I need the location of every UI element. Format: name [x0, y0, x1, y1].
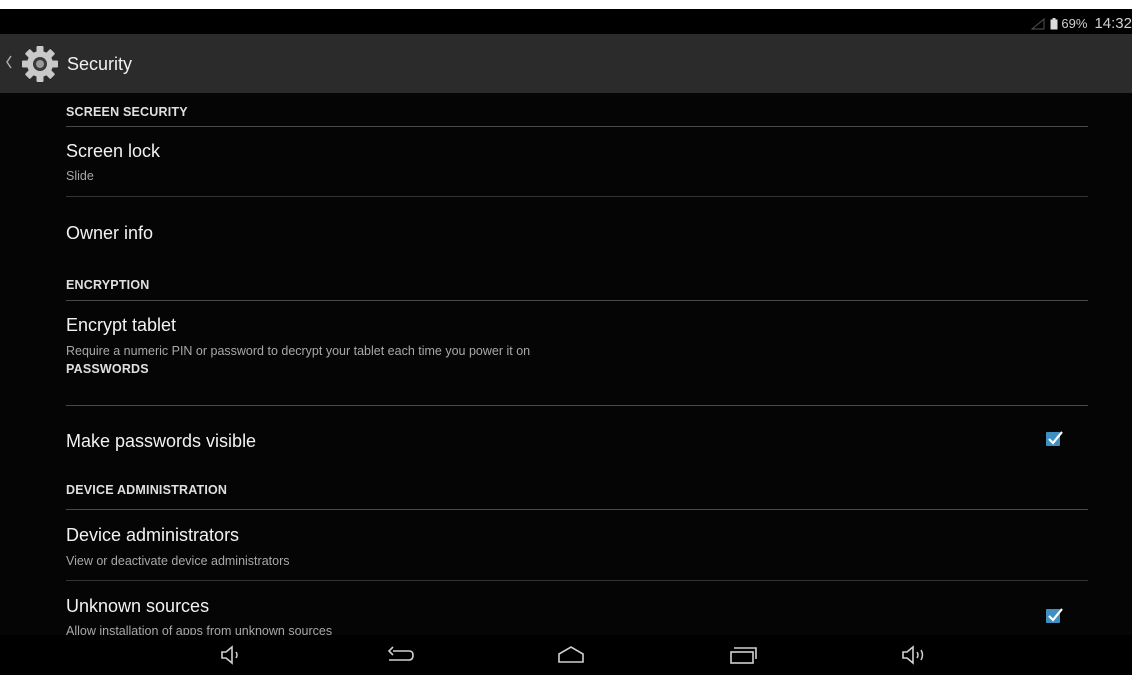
item-title: Device administrators: [66, 525, 240, 545]
signal-icon: [1031, 17, 1045, 29]
item-title: Unknown sources: [66, 596, 210, 616]
status-icons: 69% 14:32: [1031, 15, 1132, 32]
home-icon: [558, 646, 584, 663]
gear-icon[interactable]: [20, 44, 60, 84]
battery-icon: [1050, 17, 1058, 29]
checkmark-icon: [1048, 431, 1063, 445]
chevron-left-icon[interactable]: [5, 54, 13, 70]
item-summary: Slide: [66, 169, 94, 183]
item-title: Make passwords visible: [66, 431, 257, 451]
back-button[interactable]: [382, 643, 418, 667]
section-header-label: PASSWORDS: [66, 362, 149, 376]
back-icon: [387, 646, 414, 661]
tablet-screen: 69% 14:32 Security SCREEN SECURITY Scree…: [0, 9, 1132, 675]
battery-percent: 69%: [1061, 16, 1088, 31]
volume-up-icon: [902, 645, 924, 665]
item-summary: Require a numeric PIN or password to dec…: [66, 344, 531, 358]
section-header-passwords: PASSWORDS: [66, 362, 1088, 406]
unknown-sources-item[interactable]: Unknown sources Allow installation of ap…: [66, 581, 1088, 641]
item-title: Owner info: [66, 223, 154, 243]
make-passwords-visible-checkbox[interactable]: [1046, 431, 1063, 446]
home-button[interactable]: [553, 643, 589, 667]
section-header-device-administration: DEVICE ADMINISTRATION: [66, 477, 1088, 510]
section-header-label: ENCRYPTION: [66, 278, 150, 292]
item-title: Screen lock: [66, 141, 161, 161]
checkmark-icon: [1048, 608, 1063, 622]
recent-apps-button[interactable]: [725, 643, 761, 667]
volume-down-button[interactable]: [213, 643, 249, 667]
volume-up-button[interactable]: [896, 643, 932, 667]
page-title: Security: [67, 54, 133, 74]
status-bar: 69% 14:32: [0, 9, 1132, 34]
section-header-label: SCREEN SECURITY: [66, 105, 188, 119]
make-passwords-visible-item[interactable]: Make passwords visible: [66, 406, 1088, 477]
volume-down-icon: [221, 645, 238, 665]
recent-apps-icon: [730, 647, 757, 664]
encrypt-tablet-item[interactable]: Encrypt tablet Require a numeric PIN or …: [66, 301, 1088, 372]
section-header-encryption: ENCRYPTION: [66, 268, 1088, 301]
navigation-bar: [0, 635, 1132, 675]
unknown-sources-checkbox[interactable]: [1046, 608, 1063, 623]
action-bar: Security: [0, 34, 1132, 93]
clock: 14:32: [1094, 15, 1132, 32]
item-title: Encrypt tablet: [66, 315, 177, 335]
section-header-screen-security: SCREEN SECURITY: [66, 93, 1088, 127]
settings-list: SCREEN SECURITY Screen lock Slide Owner …: [66, 93, 1088, 641]
owner-info-item[interactable]: Owner info: [66, 197, 1088, 268]
device-administrators-item[interactable]: Device administrators View or deactivate…: [66, 510, 1088, 581]
section-header-label: DEVICE ADMINISTRATION: [66, 483, 228, 497]
item-summary: View or deactivate device administrators: [66, 554, 290, 568]
screen-lock-item[interactable]: Screen lock Slide: [66, 127, 1088, 197]
